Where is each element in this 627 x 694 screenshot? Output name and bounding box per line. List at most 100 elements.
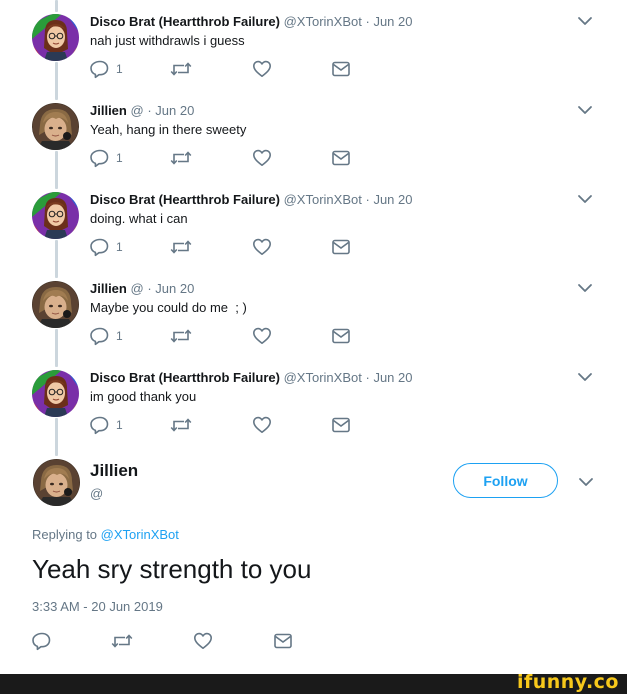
envelope-icon (331, 326, 351, 346)
chevron-down-icon[interactable] (578, 476, 594, 488)
display-name[interactable]: Disco Brat (Heartthrob Failure) (90, 14, 280, 29)
thread-tweet[interactable]: Jillien @ · Jun 20 Yeah, hang in there s… (0, 102, 627, 191)
handle[interactable]: @ (90, 486, 103, 501)
replying-to-link[interactable]: @XTorinXBot (101, 527, 179, 542)
dm-button[interactable] (331, 60, 351, 78)
thread-tweet[interactable]: Disco Brat (Heartthrob Failure) @XTorinX… (0, 369, 627, 458)
like-button[interactable] (252, 238, 272, 256)
display-name[interactable]: Jillien (90, 103, 127, 118)
avatar[interactable] (32, 370, 79, 417)
tweet-actions: 1 (90, 60, 370, 78)
retweet-button[interactable] (170, 416, 192, 434)
tweet-actions: 1 (90, 327, 370, 345)
tweet-text: Yeah sry strength to you (32, 554, 312, 584)
retweet-icon (111, 631, 133, 651)
avatar[interactable] (33, 459, 80, 506)
separator-dot: · (365, 192, 370, 207)
handle[interactable]: @XTorinXBot (284, 192, 362, 207)
reply-icon (90, 415, 110, 435)
tweet-text: doing. what i can (90, 211, 188, 226)
dm-button[interactable] (331, 149, 351, 167)
chevron-down-icon[interactable] (577, 282, 593, 294)
tweet-text: nah just withdrawls i guess (90, 33, 245, 48)
tweet-header: Disco Brat (Heartthrob Failure) @XTorinX… (90, 369, 412, 386)
retweet-icon (170, 415, 192, 435)
reply-count: 1 (116, 329, 123, 343)
timestamp[interactable]: Jun 20 (155, 103, 194, 118)
replying-prefix: Replying to (32, 527, 101, 542)
timestamp[interactable]: Jun 20 (373, 14, 412, 29)
avatar[interactable] (32, 192, 79, 239)
envelope-icon (331, 237, 351, 257)
dm-button[interactable] (331, 238, 351, 256)
display-name[interactable]: Disco Brat (Heartthrob Failure) (90, 192, 280, 207)
chevron-down-icon[interactable] (577, 104, 593, 116)
handle[interactable]: @XTorinXBot (284, 14, 362, 29)
follow-button[interactable]: Follow (453, 463, 558, 498)
reply-button[interactable]: 1 (90, 327, 123, 345)
heart-icon (252, 148, 272, 168)
display-name[interactable]: Jillien (90, 281, 127, 296)
reply-icon (90, 59, 110, 79)
timestamp[interactable]: Jun 20 (155, 281, 194, 296)
heart-icon (252, 415, 272, 435)
envelope-icon (331, 148, 351, 168)
tweet-header: Disco Brat (Heartthrob Failure) @XTorinX… (90, 191, 412, 208)
tweet-actions: 1 (90, 149, 370, 167)
reply-count: 1 (116, 62, 123, 76)
thread-line (55, 0, 58, 12)
retweet-icon (170, 326, 192, 346)
chevron-down-icon[interactable] (577, 371, 593, 383)
retweet-button[interactable] (170, 238, 192, 256)
reply-button[interactable] (32, 631, 52, 651)
timestamp[interactable]: Jun 20 (373, 370, 412, 385)
like-button[interactable] (252, 149, 272, 167)
thread-tweet[interactable]: Disco Brat (Heartthrob Failure) @XTorinX… (0, 191, 627, 280)
reply-button[interactable]: 1 (90, 416, 123, 434)
tweet-timestamp[interactable]: 3:33 AM - 20 Jun 2019 (32, 599, 163, 614)
handle[interactable]: @ (130, 281, 143, 296)
reply-icon (90, 237, 110, 257)
dm-button[interactable] (273, 631, 293, 651)
tweet-text: Yeah, hang in there sweety (90, 122, 247, 137)
retweet-button[interactable] (111, 631, 133, 651)
tweet-actions (32, 631, 302, 651)
tweet-actions: 1 (90, 416, 370, 434)
chevron-down-icon[interactable] (577, 193, 593, 205)
reply-icon (32, 631, 52, 651)
timestamp[interactable]: Jun 20 (373, 192, 412, 207)
tweet-text: Maybe you could do me ; ) (90, 300, 247, 315)
retweet-icon (170, 237, 192, 257)
like-button[interactable] (252, 327, 272, 345)
retweet-icon (170, 59, 192, 79)
thread-tweet[interactable]: Disco Brat (Heartthrob Failure) @XTorinX… (0, 13, 627, 102)
reply-count: 1 (116, 240, 123, 254)
tweet-header: Jillien @ · Jun 20 (90, 280, 194, 297)
dm-button[interactable] (331, 327, 351, 345)
thread-tweet[interactable]: Jillien @ · Jun 20 Maybe you could do me… (0, 280, 627, 369)
heart-icon (193, 631, 213, 651)
dm-button[interactable] (331, 416, 351, 434)
avatar[interactable] (32, 281, 79, 328)
separator-dot: · (147, 103, 152, 118)
envelope-icon (273, 631, 293, 651)
tweet-header: Disco Brat (Heartthrob Failure) @XTorinX… (90, 13, 412, 30)
display-name[interactable]: Jillien (90, 461, 138, 481)
retweet-button[interactable] (170, 149, 192, 167)
avatar[interactable] (32, 14, 79, 61)
avatar[interactable] (32, 103, 79, 150)
retweet-button[interactable] (170, 60, 192, 78)
display-name[interactable]: Disco Brat (Heartthrob Failure) (90, 370, 280, 385)
tweet-header: Jillien @ · Jun 20 (90, 102, 194, 119)
handle[interactable]: @XTorinXBot (284, 370, 362, 385)
chevron-down-icon[interactable] (577, 15, 593, 27)
reply-count: 1 (116, 151, 123, 165)
reply-button[interactable]: 1 (90, 238, 123, 256)
like-button[interactable] (193, 631, 213, 651)
reply-button[interactable]: 1 (90, 149, 123, 167)
reply-button[interactable]: 1 (90, 60, 123, 78)
retweet-button[interactable] (170, 327, 192, 345)
handle[interactable]: @ (130, 103, 143, 118)
like-button[interactable] (252, 60, 272, 78)
like-button[interactable] (252, 416, 272, 434)
